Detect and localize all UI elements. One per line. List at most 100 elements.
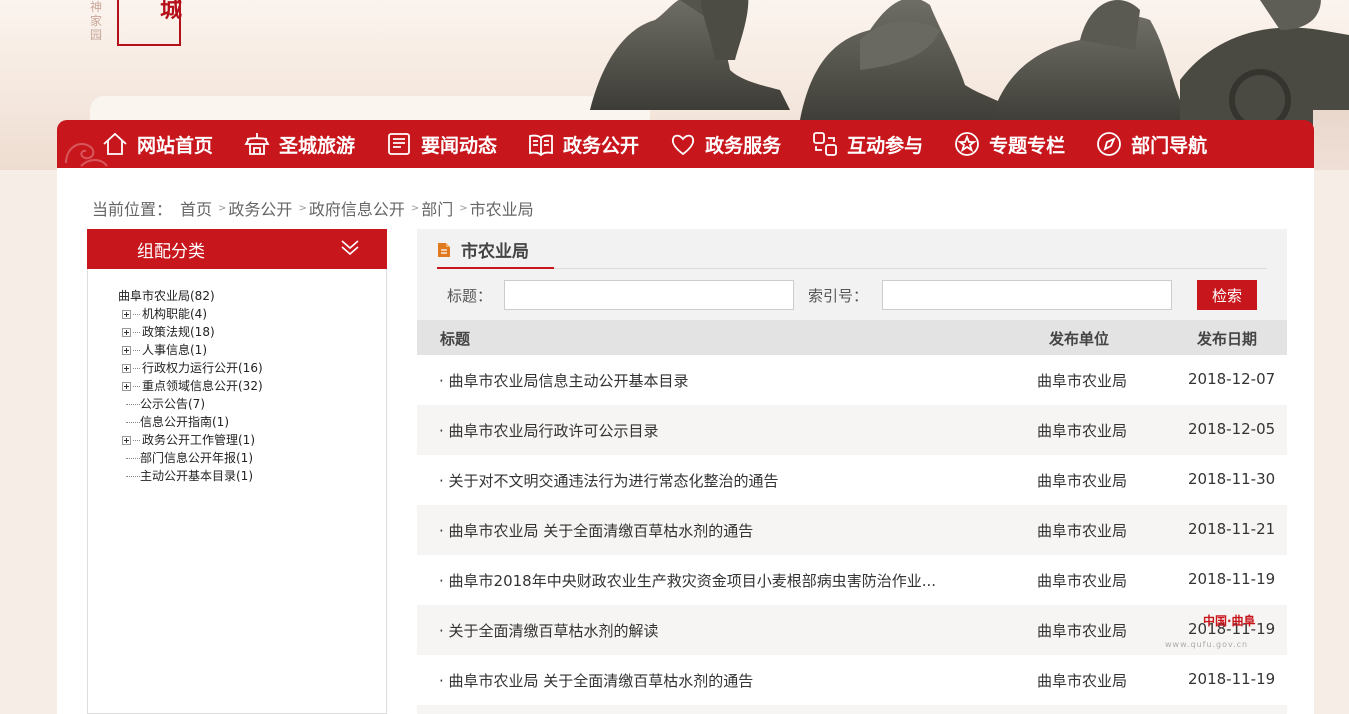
table-row[interactable]: · 曲阜市农业局 关于全面清缴百草枯水剂的通告 曲阜市农业局 2018-11-1… xyxy=(417,655,1287,705)
table-row[interactable]: · 曲阜市农业局 关于全面清缴百草枯水剂的通告 曲阜市农业局 2018-11-2… xyxy=(417,505,1287,555)
tree-connector xyxy=(133,331,140,333)
tree-node-label: 政策法规(18) xyxy=(142,325,215,339)
breadcrumb-departments[interactable]: 部门 xyxy=(421,196,453,220)
row-unit: 曲阜市农业局 xyxy=(1037,372,1128,390)
nav-government-affairs-label: 政务公开 xyxy=(563,134,640,157)
tree-node-label: 重点领域信息公开(32) xyxy=(142,379,263,393)
document-icon xyxy=(438,242,450,257)
index-field-label: 索引号： xyxy=(808,286,869,305)
sidebar-header[interactable]: 组配分类 xyxy=(87,229,387,269)
tree-connector xyxy=(133,367,140,369)
star-icon xyxy=(955,132,979,156)
tree-node-label: 信息公开指南(1) xyxy=(140,415,229,429)
tree-node-org-functions[interactable]: 机构职能(4) xyxy=(122,305,263,323)
index-number-input[interactable] xyxy=(882,280,1173,310)
table-row[interactable]: · 关于全面清缴百草枯水剂的解读 曲阜市农业局 2018-11-19 xyxy=(417,605,1287,655)
tree-node-announcements[interactable]: 公示公告(7) xyxy=(122,395,263,413)
expand-plus-icon[interactable] xyxy=(122,381,131,391)
chariot-statue-image xyxy=(590,0,1349,130)
tree-node-basic-catalog[interactable]: 主动公开基本目录(1) xyxy=(122,467,263,485)
content-header: 市农业局 标题： 索引号： 检索 标题 发布单位 发布日期 xyxy=(417,229,1287,355)
interaction-icon xyxy=(813,132,837,156)
tree-node-label: 机构职能(4) xyxy=(142,307,207,321)
tree-node-key-areas[interactable]: 重点领域信息公开(32) xyxy=(122,377,263,395)
column-header-title: 标题 xyxy=(440,330,471,348)
section-title: 市农业局 xyxy=(437,237,529,262)
title-field-label: 标题： xyxy=(447,286,493,305)
row-title-link[interactable]: · 曲阜市农业局行政许可公示目录 xyxy=(439,420,659,441)
row-unit: 曲阜市农业局 xyxy=(1037,622,1128,640)
tree-node-label: 政务公开工作管理(1) xyxy=(142,433,255,447)
search-button[interactable]: 检索 xyxy=(1197,280,1257,310)
row-unit: 曲阜市农业局 xyxy=(1037,422,1128,440)
expand-plus-icon[interactable] xyxy=(122,435,131,445)
sidebar-title: 组配分类 xyxy=(137,241,205,262)
table-header: 标题 发布单位 发布日期 xyxy=(417,320,1287,355)
tree-connector xyxy=(133,439,140,441)
nav-news[interactable]: 要闻动态 xyxy=(385,130,497,158)
expand-plus-icon[interactable] xyxy=(122,363,131,373)
row-title-link[interactable]: · 曲阜市2018年中央财政农业生产救灾资金项目小麦根部病虫害防治作业... xyxy=(439,570,936,591)
nav-interaction[interactable]: 互动参与 xyxy=(811,130,923,158)
table-row[interactable]: · 曲阜市2018年中央财政农业生产救灾资金项目小麦根部病虫害防治作业... 曲… xyxy=(417,555,1287,605)
title-search-input[interactable] xyxy=(504,280,795,310)
temple-icon xyxy=(244,133,270,155)
double-chevron-down-icon[interactable] xyxy=(339,238,361,261)
tree-node-admin-power[interactable]: 行政权力运行公开(16) xyxy=(122,359,263,377)
right-decoration xyxy=(1313,110,1349,170)
expand-plus-icon[interactable] xyxy=(122,327,131,337)
tree-node-work-management[interactable]: 政务公开工作管理(1) xyxy=(122,431,263,449)
tree-connector xyxy=(133,313,140,315)
content-area: 市农业局 标题： 索引号： 检索 标题 发布单位 发布日期 · 曲阜市农业局信息… xyxy=(417,229,1287,714)
breadcrumb-separator: > xyxy=(218,202,227,214)
expand-plus-icon[interactable] xyxy=(122,345,131,355)
cloud-swirl-decoration xyxy=(65,143,108,167)
category-tree: 曲阜市农业局(82) 机构职能(4) 政策法规(18) 人事信息(1) 行政权力… xyxy=(118,287,263,485)
row-date: 2018-12-07 xyxy=(1188,370,1276,388)
row-date: 2018-11-19 xyxy=(1188,670,1276,688)
row-title-link[interactable]: · 曲阜市农业局 关于全面清缴百草枯水剂的通告 xyxy=(439,670,753,691)
row-unit: 曲阜市农业局 xyxy=(1037,672,1128,690)
breadcrumb-home[interactable]: 首页 xyxy=(180,196,212,220)
tree-connector xyxy=(126,457,140,459)
row-unit: 曲阜市农业局 xyxy=(1037,572,1128,590)
row-title-link[interactable]: · 曲阜市农业局 关于全面清缴百草枯水剂的通告 xyxy=(439,520,753,541)
breadcrumb-current[interactable]: 市农业局 xyxy=(470,196,534,220)
logo-vertical-text: 神家园 xyxy=(90,0,103,42)
nav-departments[interactable]: 部门导航 xyxy=(1095,130,1207,158)
tree-node-policies[interactable]: 政策法规(18) xyxy=(122,323,263,341)
category-sidebar: 组配分类 曲阜市农业局(82) 机构职能(4) 政策法规(18) 人事信息(1)… xyxy=(87,229,387,714)
breadcrumb-info-disclosure[interactable]: 政府信息公开 xyxy=(309,196,405,220)
tree-node-label: 主动公开基本目录(1) xyxy=(140,469,253,483)
nav-special-topics[interactable]: 专题专栏 xyxy=(953,130,1065,158)
row-date: 2018-11-21 xyxy=(1188,520,1276,538)
nav-services[interactable]: 政务服务 xyxy=(669,130,781,158)
heart-hand-icon xyxy=(671,134,695,156)
tree-node-label: 部门信息公开年报(1) xyxy=(140,451,253,465)
tree-root-node[interactable]: 曲阜市农业局(82) xyxy=(118,287,263,305)
row-title-link[interactable]: · 曲阜市农业局信息主动公开基本目录 xyxy=(439,370,689,391)
nav-tourism-label: 圣城旅游 xyxy=(279,134,356,157)
tree-connector xyxy=(126,421,140,423)
table-row[interactable]: · 关于对不文明交通违法行为进行常态化整治的通告 曲阜市农业局 2018-11-… xyxy=(417,455,1287,505)
tree-node-annual-report[interactable]: 部门信息公开年报(1) xyxy=(122,449,263,467)
tree-node-personnel[interactable]: 人事信息(1) xyxy=(122,341,263,359)
logo-character: 城 xyxy=(160,0,183,23)
expand-plus-icon[interactable] xyxy=(122,309,131,319)
row-date: 2018-11-19 xyxy=(1188,620,1276,638)
breadcrumb-separator: > xyxy=(298,202,307,214)
column-header-date: 发布日期 xyxy=(1197,330,1258,348)
nav-tourism[interactable]: 圣城旅游 xyxy=(243,130,355,158)
breadcrumb-government-affairs[interactable]: 政务公开 xyxy=(228,196,292,220)
row-title-link[interactable]: · 关于全面清缴百草枯水剂的解读 xyxy=(439,620,659,641)
tree-node-disclosure-guide[interactable]: 信息公开指南(1) xyxy=(122,413,263,431)
book-icon xyxy=(529,134,553,157)
breadcrumb-separator: > xyxy=(410,202,420,214)
table-row[interactable]: · 曲阜市农业局行政许可公示目录 曲阜市农业局 2018-12-05 xyxy=(417,405,1287,455)
row-title-link[interactable]: · 关于对不文明交通违法行为进行常态化整治的通告 xyxy=(439,470,779,491)
nav-home[interactable]: 网站首页 xyxy=(101,130,213,158)
nav-government-affairs[interactable]: 政务公开 xyxy=(527,130,639,158)
title-divider xyxy=(437,268,1267,269)
breadcrumb-prefix: 当前位置： xyxy=(92,200,173,219)
table-row[interactable]: · 曲阜市农业局信息主动公开基本目录 曲阜市农业局 2018-12-07 xyxy=(417,355,1287,405)
